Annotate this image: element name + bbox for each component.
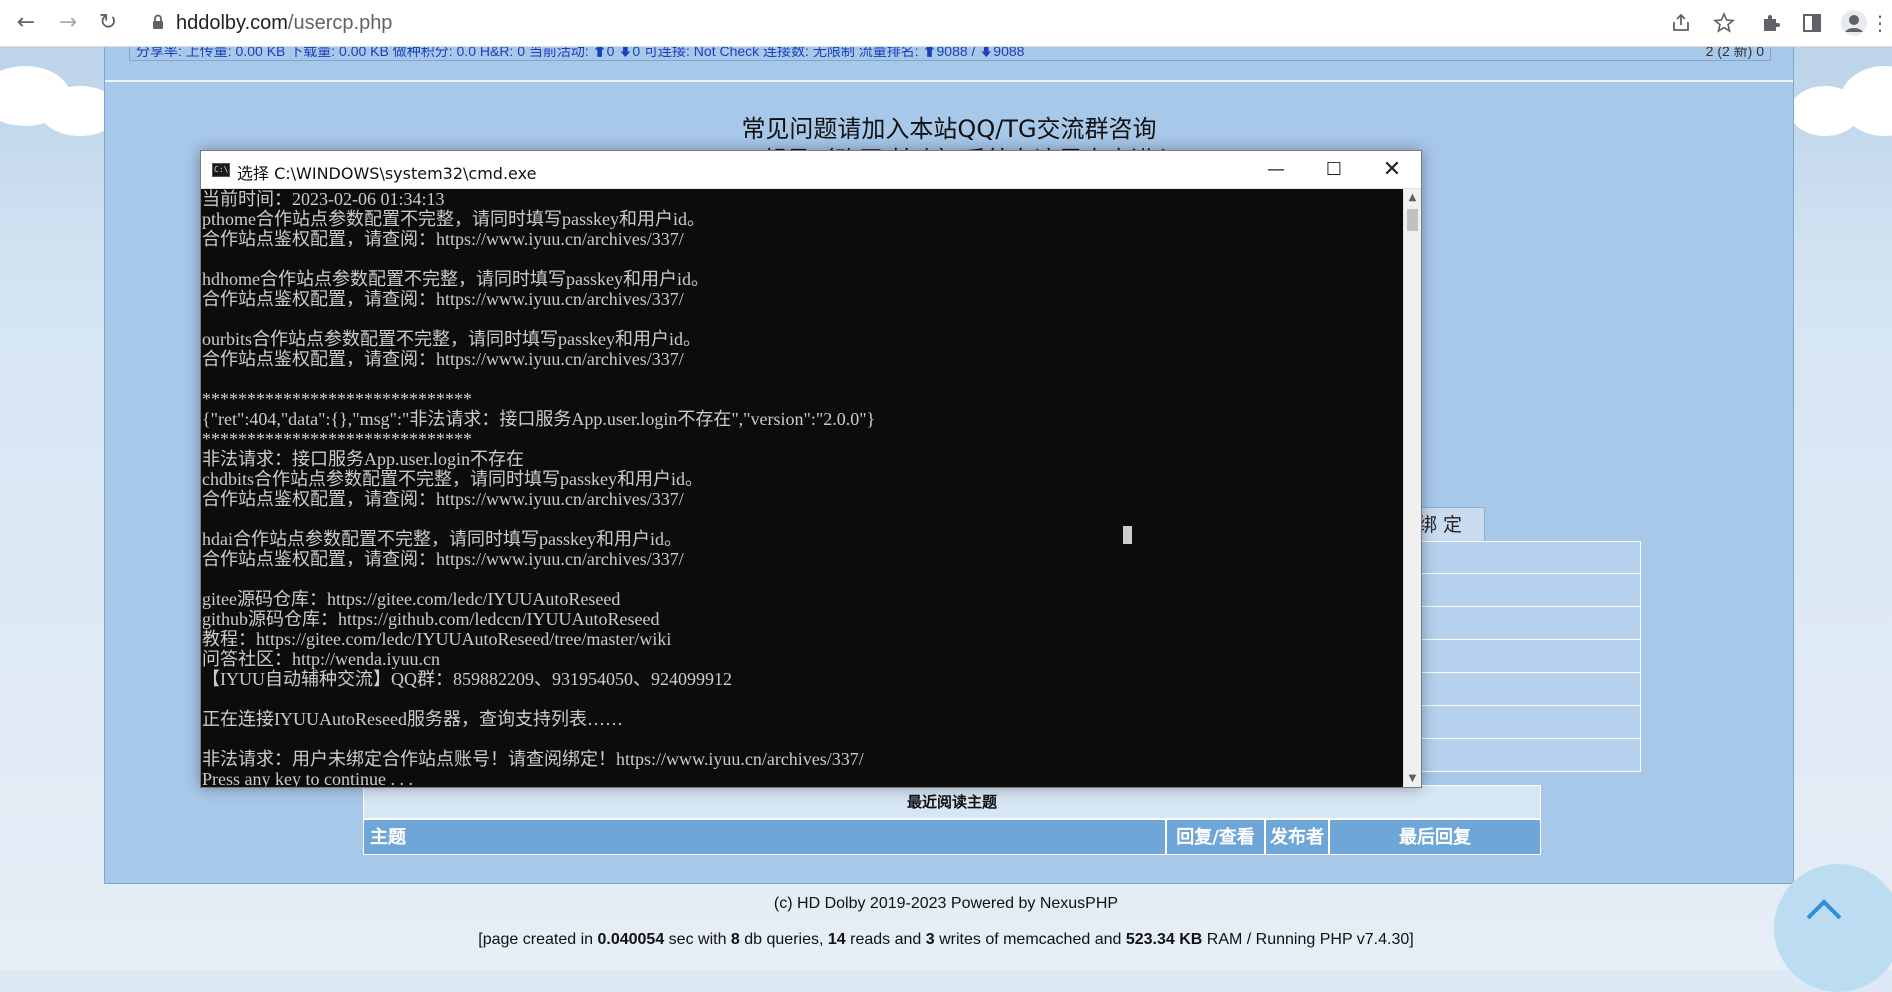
stats-queries: 8: [730, 931, 740, 948]
settings-row: [1405, 706, 1641, 739]
console-line: ******************************: [202, 429, 472, 449]
console-line: ******************************: [202, 389, 472, 409]
console-cursor: [1123, 526, 1132, 544]
console-line: chdbits合作站点参数配置不完整，请同时填写passkey和用户id。: [202, 469, 703, 489]
stats-text: RAM / Running PHP v7.4.30]: [1202, 931, 1414, 948]
stats-ram: 523.34 KB: [1125, 931, 1203, 948]
cmd-app-icon: C:\: [212, 163, 230, 177]
cmd-console-output[interactable]: 当前时间：2023-02-06 01:34:13 pthome合作站点参数配置不完…: [201, 189, 1403, 787]
url-host: hddolby.com: [176, 12, 288, 34]
footer-copyright: (c) HD Dolby 2019-2023 Powered by NexusP…: [773, 895, 1119, 912]
settings-row: [1405, 574, 1641, 607]
console-line: hdhome合作站点参数配置不完整，请同时填写passkey和用户id。: [202, 269, 709, 289]
scrollbar-thumb[interactable]: [1407, 209, 1418, 231]
stats-text: [page created in: [478, 931, 598, 948]
user-stat-text: 分享率: 上传量: 0.00 KB 下载量: 0.00 KB 做种积分: 0.0…: [136, 47, 1025, 59]
bookmark-star-icon[interactable]: [1712, 11, 1736, 35]
console-line: 当前时间：2023-02-06 01:34:13: [202, 189, 445, 209]
chevron-up-icon: [1806, 899, 1842, 920]
recent-topics-header: 最近阅读主题: [363, 785, 1541, 819]
column-replies-views: 回复/查看: [1166, 819, 1265, 855]
settings-row: [1405, 607, 1641, 640]
scroll-to-top-button[interactable]: [1774, 864, 1892, 992]
settings-rows: [1405, 541, 1641, 772]
console-line: github源码仓库：https://github.com/ledccn/IYU…: [202, 609, 660, 629]
minimize-icon[interactable]: —: [1247, 151, 1305, 188]
stats-text: reads and: [845, 931, 926, 948]
console-line: 非法请求：接口服务App.user.login不存在: [202, 449, 524, 469]
stats-reads: 14: [827, 931, 846, 948]
console-line: 教程：https://gitee.com/ledc/IYUUAutoReseed…: [202, 629, 672, 649]
console-lines: 当前时间：2023-02-06 01:34:13 pthome合作站点参数配置不完…: [201, 189, 1403, 787]
column-last-reply: 最后回复: [1329, 819, 1541, 855]
column-topic: 主题: [363, 819, 1166, 855]
console-line: 合作站点鉴权配置，请查阅：https://www.iyuu.cn/archive…: [202, 349, 684, 369]
console-line: gitee源码仓库：https://gitee.com/ledc/IYUUAut…: [202, 589, 621, 609]
cmd-scrollbar[interactable]: ▲ ▼: [1403, 189, 1421, 787]
console-line: hdai合作站点参数配置不完整，请同时填写passkey和用户id。: [202, 529, 682, 549]
console-line: 合作站点鉴权配置，请查阅：https://www.iyuu.cn/archive…: [202, 289, 684, 309]
messages-indicator[interactable]: 2 (2 新) 0: [1706, 47, 1764, 58]
user-stat-bar: 分享率: 上传量: 0.00 KB 下载量: 0.00 KB 做种积分: 0.0…: [129, 47, 1771, 61]
console-line: 合作站点鉴权配置，请查阅：https://www.iyuu.cn/archive…: [202, 229, 684, 249]
console-line: ourbits合作站点参数配置不完整，请同时填写passkey和用户id。: [202, 329, 701, 349]
scroll-up-arrow-icon[interactable]: ▲: [1404, 189, 1421, 206]
footer-page-stats: [page created in 0.040054 sec with 8 db …: [0, 931, 1892, 949]
console-line: Press any key to continue . . .: [202, 769, 413, 787]
settings-row: [1405, 739, 1641, 772]
console-line: 【IYUU自动辅种交流】QQ群：859882209、931954050、9240…: [202, 669, 732, 689]
recent-topics-columns: 主题 回复/查看 发布者 最后回复: [363, 819, 1541, 855]
stats-text: writes of memcached and: [934, 931, 1126, 948]
reload-icon[interactable]: ↻: [96, 11, 120, 35]
url-path: /usercp.php: [287, 12, 393, 34]
lock-icon: [153, 14, 163, 29]
maximize-icon[interactable]: ☐: [1305, 151, 1363, 188]
scroll-down-arrow-icon[interactable]: ▼: [1404, 770, 1421, 787]
cmd-titlebar[interactable]: C:\ 选择 C:\WINDOWS\system32\cmd.exe — ☐ ✕: [201, 151, 1421, 189]
console-line: {"ret":404,"data":{},"msg":"非法请求：接口服务App…: [202, 409, 876, 429]
share-icon[interactable]: [1669, 11, 1693, 35]
back-arrow-icon[interactable]: ←: [14, 11, 38, 35]
console-line: 合作站点鉴权配置，请查阅：https://www.iyuu.cn/archive…: [202, 549, 684, 569]
side-panel-icon[interactable]: [1800, 11, 1824, 35]
settings-row: [1405, 640, 1641, 673]
console-line: 问答社区：http://wenda.iyuu.cn: [202, 649, 440, 669]
divider: [105, 80, 1793, 82]
stats-text: db queries,: [739, 931, 828, 948]
forward-arrow-icon[interactable]: →: [56, 11, 80, 35]
menu-kebab-icon[interactable]: ⋮: [1868, 11, 1892, 35]
console-line: 正在连接IYUUAutoReseed服务器，查询支持列表……: [202, 709, 623, 729]
settings-row: [1405, 673, 1641, 706]
address-bar[interactable]: hddolby.com/usercp.php: [176, 12, 392, 35]
cmd-window[interactable]: C:\ 选择 C:\WINDOWS\system32\cmd.exe — ☐ ✕…: [200, 150, 1422, 788]
recent-topics-table: 最近阅读主题 主题 回复/查看 发布者 最后回复: [363, 785, 1541, 855]
column-author: 发布者: [1265, 819, 1329, 855]
settings-row: [1405, 541, 1641, 574]
stats-writes: 3: [925, 931, 935, 948]
console-line: pthome合作站点参数配置不完整，请同时填写passkey和用户id。: [202, 209, 705, 229]
console-line: 非法请求：用户未绑定合作站点账号！请查阅绑定！https://www.iyuu.…: [202, 749, 864, 769]
profile-avatar-icon[interactable]: [1840, 9, 1868, 37]
stats-text: sec with: [664, 931, 731, 948]
console-line: 合作站点鉴权配置，请查阅：https://www.iyuu.cn/archive…: [202, 489, 684, 509]
stats-time: 0.040054: [597, 931, 665, 948]
cmd-window-title: 选择 C:\WINDOWS\system32\cmd.exe: [237, 164, 537, 183]
extensions-puzzle-icon[interactable]: [1760, 11, 1784, 35]
notice-title: 常见问题请加入本站QQ/TG交流群咨询: [741, 115, 1157, 143]
browser-toolbar: ← → ↻ hddolby.com/usercp.php ⋮: [0, 0, 1892, 47]
close-icon[interactable]: ✕: [1363, 151, 1421, 188]
